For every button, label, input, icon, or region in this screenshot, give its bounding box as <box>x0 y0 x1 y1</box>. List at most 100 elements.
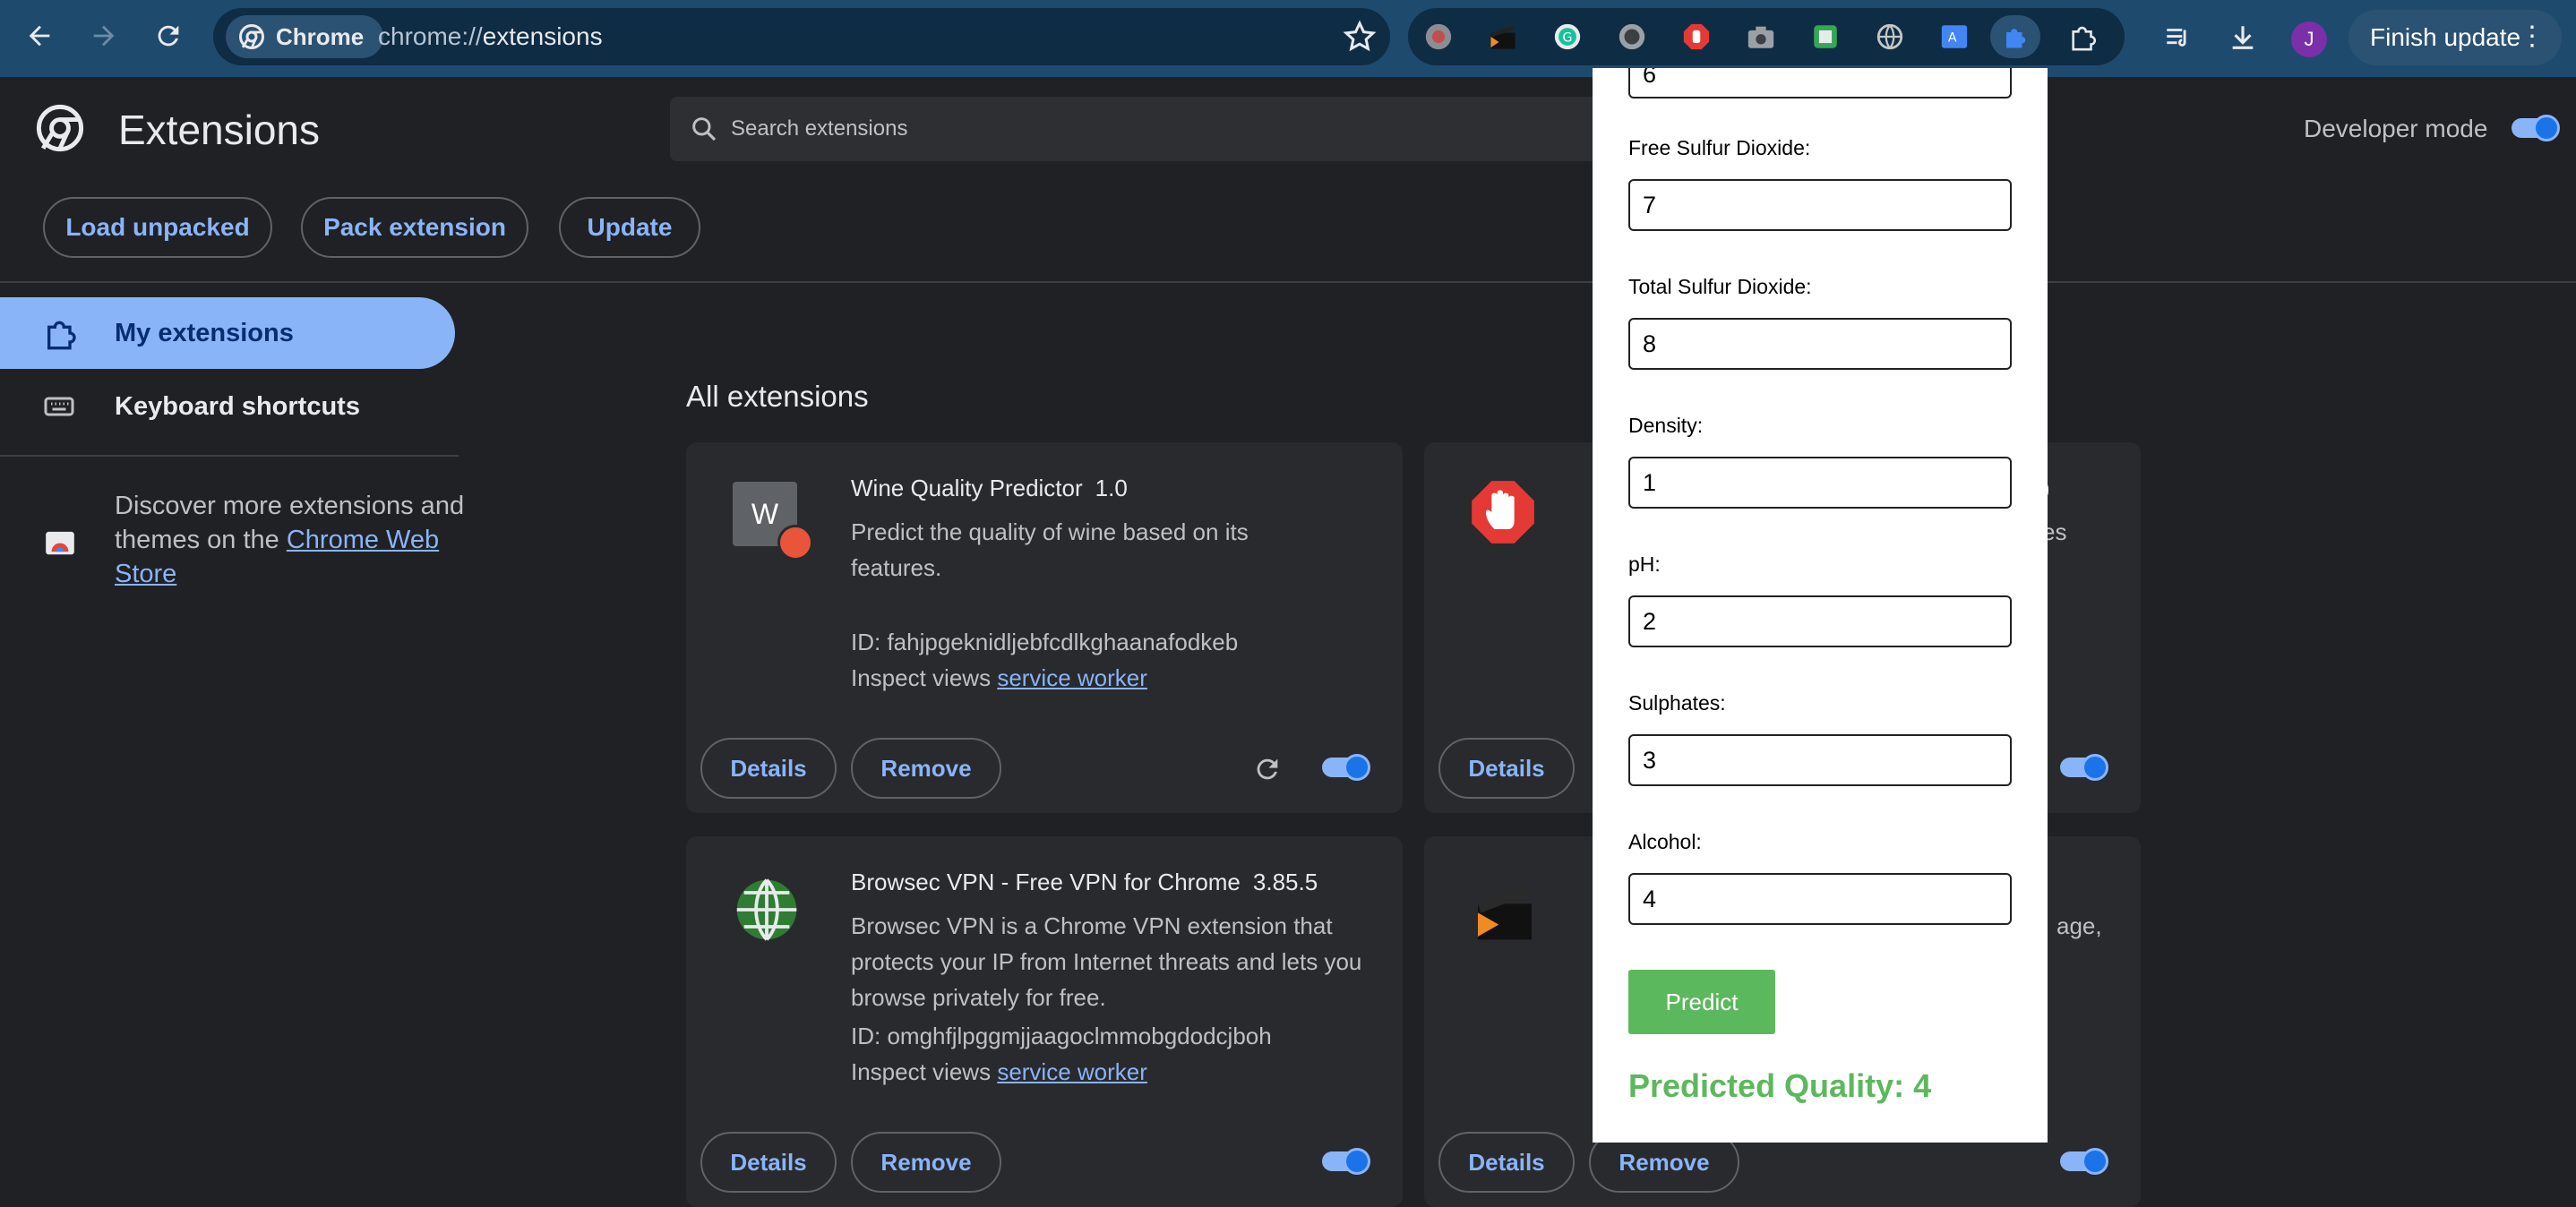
ext-icon-8[interactable] <box>1872 19 1908 55</box>
chrome-chip[interactable]: Chrome <box>226 15 384 58</box>
playlist-icon <box>2167 29 2186 47</box>
extension-version: 1.0 <box>1095 475 1128 501</box>
inspect-label: Inspect views <box>851 1058 992 1085</box>
back-arrow-icon <box>29 25 50 47</box>
search-bar[interactable]: Search extensions <box>670 97 1619 161</box>
pack-extension-button[interactable]: Pack extension <box>301 197 528 258</box>
puzzle-active-icon <box>2006 29 2026 48</box>
fixed-acidity-input-partial[interactable]: 6 <box>1628 68 2012 98</box>
free-sulfur-dioxide-label: Free Sulfur Dioxide: <box>1628 136 1811 159</box>
svg-text:G: G <box>1563 31 1573 46</box>
adblock-hand-icon <box>1472 481 1534 544</box>
ext-icon-3[interactable]: G <box>1550 19 1585 55</box>
ext-icon-7[interactable] <box>1807 19 1843 55</box>
ext-icon-4[interactable] <box>1614 19 1650 55</box>
toolbar-divider <box>0 281 2576 283</box>
ext-icon-1[interactable] <box>1421 19 1456 55</box>
extensions-tray: G A <box>1408 8 2125 65</box>
enable-toggle[interactable] <box>1322 1148 1370 1175</box>
back-button[interactable] <box>14 11 64 61</box>
web-store-icon[interactable] <box>43 525 77 559</box>
sidebar-item-label: My extensions <box>115 319 294 347</box>
free-sulfur-dioxide-input[interactable]: 7 <box>1628 179 2012 231</box>
url-path: extensions <box>482 22 603 50</box>
sulphates-label: Sulphates: <box>1628 691 1726 715</box>
browser-toolbar: Chrome chrome://extensions G A J Finish … <box>0 0 2576 77</box>
ext-icon-9[interactable]: A <box>1936 19 1972 55</box>
media-controls-button[interactable] <box>2160 20 2196 56</box>
active-extension-button[interactable] <box>1990 15 2040 58</box>
inspect-views: Inspect views service worker <box>851 1058 1147 1086</box>
finish-update-label: Finish update <box>2370 23 2521 51</box>
camera-icon <box>1747 26 1774 48</box>
profile-avatar[interactable]: J <box>2291 21 2327 57</box>
details-button[interactable]: Details <box>1438 1132 1575 1193</box>
ext-icon-5[interactable] <box>1679 19 1714 55</box>
search-input[interactable]: Search extensions <box>731 116 907 141</box>
puzzle-icon <box>2072 26 2097 51</box>
reload-icon <box>158 25 179 47</box>
reload-icon[interactable] <box>1252 754 1283 784</box>
inspect-label: Inspect views <box>851 664 992 691</box>
grammarly-icon: G <box>1554 23 1581 50</box>
update-button[interactable]: Update <box>559 197 700 258</box>
clapper-icon <box>1478 886 1532 940</box>
service-worker-link[interactable]: service worker <box>997 664 1147 691</box>
globe-icon <box>736 878 797 941</box>
record-icon <box>1425 23 1452 50</box>
ph-input[interactable]: 2 <box>1628 595 2012 647</box>
remove-button[interactable]: Remove <box>851 1132 1001 1193</box>
chrome-chip-label: Chrome <box>276 22 365 50</box>
total-sulfur-dioxide-label: Total Sulfur Dioxide: <box>1628 275 1812 298</box>
sidebar-item-my-extensions[interactable]: My extensions <box>0 297 455 369</box>
url-text[interactable]: chrome://extensions <box>378 22 603 51</box>
downloads-button[interactable] <box>2225 20 2261 56</box>
sidebar-item-keyboard-shortcuts[interactable]: Keyboard shortcuts <box>0 376 455 439</box>
alcohol-input[interactable]: 4 <box>1628 873 2012 925</box>
sidebar-item-label: Keyboard shortcuts <box>115 392 360 421</box>
omnibox[interactable]: Chrome chrome://extensions <box>213 8 1390 65</box>
extension-name: Wine Quality Predictor 1.0 <box>851 475 1128 502</box>
load-unpacked-button[interactable]: Load unpacked <box>43 197 272 258</box>
sheet-icon <box>1814 25 1837 48</box>
extension-name: Browsec VPN - Free VPN for Chrome 3.85.5 <box>851 869 1318 896</box>
extension-id: ID: omghfjlpggmjjaagoclmmobgdodcjboh <box>851 1023 1272 1049</box>
reload-button[interactable] <box>143 11 193 61</box>
predict-button[interactable]: Predict <box>1628 970 1775 1034</box>
details-button[interactable]: Details <box>700 1132 837 1193</box>
extension-card: W Wine Quality Predictor 1.0 Predict the … <box>686 442 1403 813</box>
details-button[interactable]: Details <box>1438 738 1575 799</box>
details-button[interactable]: Details <box>700 738 837 799</box>
download-icon <box>2232 26 2254 49</box>
chrome-logo-icon <box>239 24 264 49</box>
developer-mode-toggle[interactable] <box>2512 115 2560 141</box>
discover-text: Discover more extensions and themes on t… <box>115 489 473 591</box>
section-title: All extensions <box>686 380 869 413</box>
extension-name-text: Wine Quality Predictor <box>851 475 1083 501</box>
forward-button[interactable] <box>79 11 129 61</box>
predicted-quality-result: Predicted Quality: 4 <box>1628 1067 1932 1104</box>
wine-predictor-popup: 6 Free Sulfur Dioxide: 7 Total Sulfur Di… <box>1593 68 2048 1143</box>
enable-toggle[interactable] <box>2060 754 2108 781</box>
enable-toggle[interactable] <box>1322 754 1370 781</box>
remove-button[interactable]: Remove <box>851 738 1001 799</box>
ph-label: pH: <box>1628 552 1661 576</box>
policy-badge-icon <box>777 525 813 561</box>
enable-toggle[interactable] <box>2060 1148 2108 1175</box>
ext-icon-2[interactable] <box>1485 19 1521 55</box>
search-icon <box>692 117 717 141</box>
bookmark-star-icon[interactable] <box>1342 19 1378 55</box>
extension-name-text: Browsec VPN - Free VPN for Chrome <box>851 869 1241 895</box>
kebab-menu-icon: ⋮ <box>2519 21 2546 51</box>
extensions-menu-button[interactable] <box>2065 19 2101 55</box>
finish-update-button[interactable]: Finish update ⋮ <box>2348 10 2562 65</box>
density-input[interactable]: 1 <box>1628 457 2012 509</box>
clapper-icon <box>1490 26 1516 49</box>
forward-arrow-icon <box>93 25 115 47</box>
total-sulfur-dioxide-input[interactable]: 8 <box>1628 318 2012 370</box>
service-worker-link[interactable]: service worker <box>997 1058 1147 1085</box>
extension-description-fragment: age, <box>2057 912 2102 939</box>
inspect-views: Inspect views service worker <box>851 664 1147 692</box>
sulphates-input[interactable]: 3 <box>1628 734 2012 786</box>
ext-icon-6[interactable] <box>1743 19 1779 55</box>
